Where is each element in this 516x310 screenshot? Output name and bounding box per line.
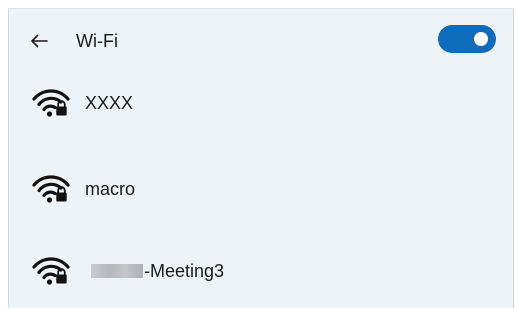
network-item[interactable]: -Meeting3 [9,241,513,301]
network-name: macro [85,179,136,199]
back-arrow-icon [31,34,48,48]
network-name: -Meeting3 [91,259,224,283]
toggle-knob [474,32,488,46]
network-item[interactable]: macro [9,159,513,219]
redacted-block [91,264,143,278]
back-button[interactable] [25,27,53,55]
network-name: XXXX [85,93,134,113]
network-item[interactable]: XXXX [9,73,513,133]
wifi-lock-icon [32,175,70,203]
wifi-lock-icon [32,257,70,285]
wifi-header: Wi-Fi [9,9,513,73]
wifi-toggle[interactable] [438,25,496,53]
wifi-lock-icon [32,89,70,117]
wifi-panel: Wi-Fi XXXX macro -Meeting3 [8,8,514,308]
network-name-suffix: -Meeting3 [144,261,225,281]
page-title: Wi-Fi [76,31,118,51]
